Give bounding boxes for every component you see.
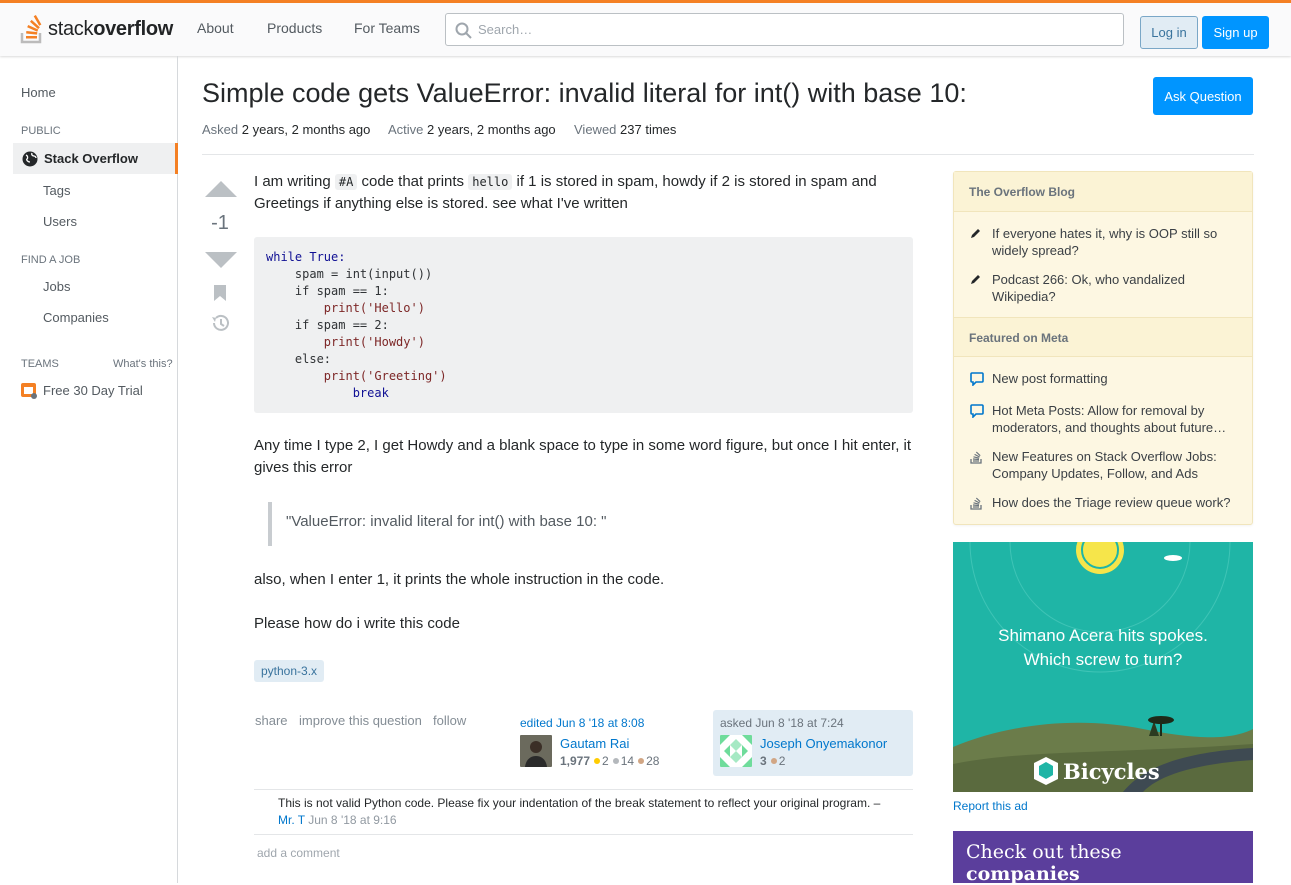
- inline-code: #A: [334, 174, 358, 190]
- upvote-button[interactable]: [205, 181, 237, 197]
- editor-name-link[interactable]: Gautam Rai: [560, 736, 629, 751]
- asked-meta: Asked 2 years, 2 months ago: [202, 122, 371, 137]
- sidebar-heading-find-job: FIND A JOB: [21, 254, 81, 266]
- meta-item[interactable]: Hot Meta Posts: Allow for removal by mod…: [970, 402, 1240, 436]
- sidebar-item-label: Stack Overflow: [44, 151, 138, 166]
- share-link[interactable]: share: [255, 713, 288, 728]
- active-meta: Active 2 years, 2 months ago: [388, 122, 556, 137]
- report-ad-link[interactable]: Report this ad: [953, 799, 1028, 813]
- chat-bubble-icon: [970, 372, 984, 387]
- editor-reputation: 1,977 2 14 28: [560, 754, 660, 768]
- comment-divider: [254, 789, 913, 790]
- question-title[interactable]: Simple code gets ValueError: invalid lit…: [202, 78, 967, 109]
- asker-reputation: 32: [760, 754, 786, 768]
- ad-headline: Shimano Acera hits spokes. Which screw t…: [998, 626, 1208, 669]
- post-paragraph-2: Any time I type 2, I get Howdy and a bla…: [254, 437, 912, 476]
- add-comment-link[interactable]: add a comment: [257, 846, 340, 860]
- asked-time: asked Jun 8 '18 at 7:24: [720, 716, 844, 730]
- nav-products[interactable]: Products: [267, 20, 322, 36]
- login-button[interactable]: Log in: [1140, 16, 1198, 49]
- globe-icon: [22, 151, 38, 166]
- asker-signature: asked Jun 8 '18 at 7:24 Joseph Onyemakon…: [713, 710, 913, 776]
- search-icon: [455, 22, 472, 39]
- bicycles-logo-icon: [1034, 757, 1058, 785]
- search-placeholder: Search…: [478, 22, 533, 37]
- sidebar-item-jobs[interactable]: Jobs: [43, 279, 70, 294]
- overflow-blog-widget: The Overflow Blog If everyone hates it, …: [953, 171, 1253, 525]
- signup-button[interactable]: Sign up: [1202, 16, 1269, 49]
- sidebar-heading-teams: TEAMS: [21, 358, 59, 370]
- briefcase-icon: [21, 383, 37, 399]
- stackoverflow-logo[interactable]: stackoverflow: [20, 13, 173, 45]
- edited-time-link[interactable]: edited Jun 8 '18 at 8:08: [520, 716, 644, 730]
- comment-divider: [254, 834, 913, 835]
- sidebar-heading-public: PUBLIC: [21, 125, 61, 137]
- companies-widget[interactable]: Check out these companies: [953, 831, 1253, 885]
- ad-logo: Bicycles: [1033, 756, 1160, 786]
- sidebar-item-stackoverflow[interactable]: Stack Overflow: [13, 143, 178, 174]
- meta-heading: Featured on Meta: [954, 317, 1252, 357]
- advertisement[interactable]: Shimano Acera hits spokes. Which screw t…: [953, 542, 1253, 792]
- history-icon[interactable]: [211, 314, 230, 332]
- error-quote: "ValueError: invalid literal for int() w…: [268, 502, 908, 546]
- viewed-meta: Viewed 237 times: [574, 122, 677, 137]
- avatar[interactable]: [520, 735, 552, 767]
- whats-this-link[interactable]: What's this?: [113, 358, 173, 370]
- tag-python[interactable]: python-3.x: [254, 660, 325, 682]
- meta-item[interactable]: New Features on Stack Overflow Jobs: Com…: [970, 448, 1240, 482]
- downvote-button[interactable]: [205, 252, 237, 268]
- asker-name-link[interactable]: Joseph Onyemakonor: [760, 736, 887, 751]
- avatar[interactable]: [720, 735, 752, 767]
- sidebar-item-home[interactable]: Home: [21, 85, 56, 100]
- top-bar: stackoverflow About Products For Teams S…: [0, 0, 1291, 56]
- bookmark-icon[interactable]: [214, 285, 226, 301]
- search-input[interactable]: Search…: [445, 13, 1124, 46]
- editor-signature: edited Jun 8 '18 at 8:08 Gautam Rai 1,97…: [520, 710, 710, 776]
- left-sidebar: Home PUBLIC Stack Overflow Tags Users FI…: [0, 56, 178, 883]
- blog-item[interactable]: Podcast 266: Ok, who vandalized Wikipedi…: [970, 271, 1240, 305]
- sidebar-item-tags[interactable]: Tags: [43, 183, 70, 198]
- stack-small-icon: [970, 497, 982, 510]
- pencil-icon: [971, 275, 980, 284]
- blog-heading: The Overflow Blog: [954, 172, 1252, 212]
- divider: [202, 154, 1254, 155]
- meta-item[interactable]: New post formatting: [970, 370, 1240, 389]
- vote-count: -1: [211, 212, 229, 234]
- comment: This is not valid Python code. Please fi…: [278, 796, 881, 827]
- pencil-icon: [971, 229, 980, 238]
- chat-bubble-icon: [970, 404, 984, 419]
- logo-text: stackoverflow: [48, 17, 174, 40]
- stack-logo-icon: [20, 15, 42, 44]
- nav-for-teams[interactable]: For Teams: [354, 20, 420, 36]
- nav-about[interactable]: About: [197, 20, 234, 36]
- post-paragraph-4: Please how do i write this code: [254, 615, 460, 632]
- post-paragraph-3: also, when I enter 1, it prints the whol…: [254, 571, 665, 588]
- meta-item[interactable]: How does the Triage review queue work?: [970, 494, 1240, 513]
- stack-small-icon: [970, 451, 982, 464]
- sidebar-item-companies[interactable]: Companies: [43, 310, 109, 325]
- free-trial-link[interactable]: Free 30 Day Trial: [21, 382, 143, 399]
- inline-code: hello: [468, 174, 513, 190]
- comment-date[interactable]: Jun 8 '18 at 9:16: [308, 813, 396, 827]
- blog-item[interactable]: If everyone hates it, why is OOP still s…: [970, 225, 1240, 259]
- code-block: while True: spam = int(input()) if spam …: [254, 237, 913, 413]
- ask-question-button[interactable]: Ask Question: [1153, 77, 1253, 115]
- post-paragraph-1: I am writing #A code that prints hello i…: [254, 173, 877, 212]
- follow-link[interactable]: follow: [433, 713, 466, 728]
- comment-user-link[interactable]: Mr. T: [278, 813, 305, 827]
- improve-question-link[interactable]: improve this question: [299, 713, 422, 728]
- free-trial-label: Free 30 Day Trial: [43, 383, 143, 398]
- sidebar-item-users[interactable]: Users: [43, 214, 77, 229]
